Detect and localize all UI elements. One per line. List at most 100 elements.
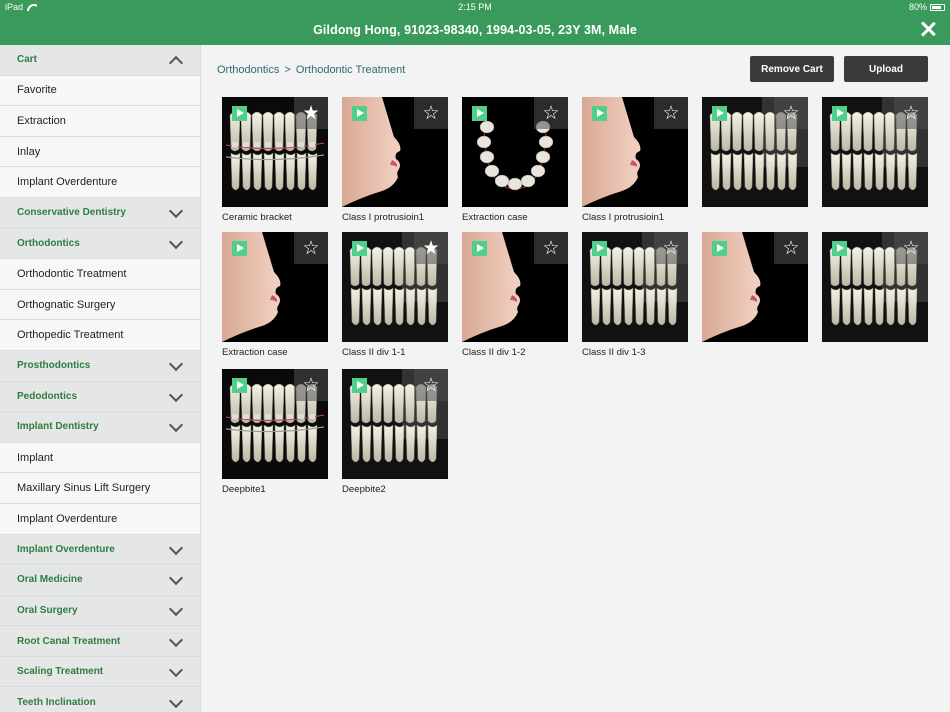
thumbnail-caption: Deepbite1 [222, 484, 266, 495]
thumbnail-image[interactable]: ★ [342, 232, 448, 342]
chevron-down-icon[interactable] [169, 422, 183, 431]
sidebar-category[interactable]: Cart [0, 45, 200, 76]
sidebar-item[interactable]: Maxillary Sinus Lift Surgery [0, 473, 200, 504]
play-icon[interactable] [712, 241, 727, 256]
thumbnail-tile[interactable]: ★ Ceramic bracket [222, 97, 328, 223]
star-outline-icon[interactable]: ☆ [894, 97, 928, 129]
sidebar-category[interactable]: Orthodontics [0, 228, 200, 260]
sidebar-category[interactable]: Oral Medicine [0, 565, 200, 596]
play-icon[interactable] [232, 241, 247, 256]
sidebar-category[interactable]: Root Canal Treatment [0, 626, 200, 657]
play-icon[interactable] [472, 241, 487, 256]
play-icon[interactable] [592, 106, 607, 121]
upload-button[interactable]: Upload [844, 56, 928, 82]
star-outline-icon[interactable]: ☆ [534, 232, 568, 264]
star-outline-icon[interactable]: ☆ [414, 97, 448, 129]
sidebar-category[interactable]: Pedodontics [0, 381, 200, 413]
sidebar-item[interactable]: Extraction [0, 106, 200, 137]
chevron-down-icon[interactable] [169, 392, 183, 401]
play-icon[interactable] [352, 241, 367, 256]
sidebar-category[interactable]: Implant Overdenture [0, 534, 200, 566]
sidebar-category[interactable]: Conservative Dentistry [0, 197, 200, 229]
sidebar-category[interactable]: Prosthodontics [0, 350, 200, 382]
thumbnail-image[interactable]: ☆ [822, 97, 928, 207]
breadcrumb-orthodontics[interactable]: Orthodontics [217, 64, 279, 76]
play-icon[interactable] [592, 241, 607, 256]
sidebar-category[interactable]: Implant Dentistry [0, 412, 200, 443]
chevron-down-icon[interactable] [169, 667, 183, 676]
chevron-down-icon[interactable] [169, 698, 183, 707]
star-outline-icon[interactable]: ☆ [414, 369, 448, 401]
thumbnail-tile[interactable]: ☆ Class I protrusioin1 [582, 97, 688, 223]
sidebar-item-label: Maxillary Sinus Lift Surgery [17, 482, 151, 495]
thumbnail-image[interactable]: ★ [222, 97, 328, 207]
star-outline-icon[interactable]: ☆ [294, 369, 328, 401]
thumbnail-tile[interactable]: ☆ [702, 97, 808, 212]
play-icon[interactable] [352, 106, 367, 121]
chevron-down-icon[interactable] [169, 606, 183, 615]
sidebar-item[interactable]: Favorite [0, 75, 200, 107]
chevron-down-icon[interactable] [169, 575, 183, 584]
thumbnail-image[interactable]: ☆ [222, 232, 328, 342]
thumbnail-image[interactable]: ☆ [702, 232, 808, 342]
thumbnail-tile[interactable]: ☆ Class II div 1-2 [462, 232, 568, 358]
sidebar-item[interactable]: Orthognatic Surgery [0, 289, 200, 321]
play-icon[interactable] [472, 106, 487, 121]
thumbnail-image[interactable]: ☆ [582, 232, 688, 342]
sidebar-item[interactable]: Inlay [0, 136, 200, 168]
thumbnail-tile[interactable]: ☆ [822, 232, 928, 347]
thumbnail-image[interactable]: ☆ [342, 369, 448, 479]
star-outline-icon[interactable]: ☆ [774, 97, 808, 129]
star-outline-icon[interactable]: ☆ [534, 97, 568, 129]
sidebar-item[interactable]: Orthodontic Treatment [0, 259, 200, 290]
breadcrumb-orthodontic-treatment[interactable]: Orthodontic Treatment [296, 64, 405, 76]
sidebar-item-label: Root Canal Treatment [17, 635, 121, 647]
star-outline-icon[interactable]: ☆ [294, 232, 328, 264]
thumbnail-tile[interactable]: ☆ Class II div 1-3 [582, 232, 688, 358]
sidebar-item[interactable]: Orthopedic Treatment [0, 320, 200, 351]
thumbnail-tile[interactable]: ☆ Extraction case [462, 97, 568, 223]
sidebar-item[interactable]: Implant Overdenture [0, 167, 200, 198]
star-outline-icon[interactable]: ☆ [894, 232, 928, 264]
thumbnail-tile[interactable]: ☆ Extraction case [222, 232, 328, 358]
thumbnail-tile[interactable]: ★ Class II div 1-1 [342, 232, 448, 358]
thumbnail-tile[interactable]: ☆ Class I protrusioin1 [342, 97, 448, 223]
star-outline-icon[interactable]: ☆ [654, 232, 688, 264]
play-icon[interactable] [832, 106, 847, 121]
play-icon[interactable] [352, 378, 367, 393]
sidebar-category[interactable]: Teeth Inclination [0, 687, 200, 712]
chevron-up-icon[interactable] [169, 55, 183, 64]
sidebar-category[interactable]: Oral Surgery [0, 595, 200, 627]
thumbnail-tile[interactable]: ☆ Deepbite2 [342, 369, 448, 495]
play-icon[interactable] [712, 106, 727, 121]
close-icon[interactable] [918, 19, 938, 39]
play-icon[interactable] [232, 378, 247, 393]
chevron-down-icon[interactable] [169, 208, 183, 217]
play-icon[interactable] [232, 106, 247, 121]
thumbnail-tile[interactable]: ☆ Deepbite1 [222, 369, 328, 495]
sidebar-category[interactable]: Scaling Treatment [0, 656, 200, 688]
star-filled-icon[interactable]: ★ [294, 97, 328, 129]
thumbnail-image[interactable]: ☆ [342, 97, 448, 207]
sidebar-item[interactable]: Implant Overdenture [0, 503, 200, 535]
star-filled-icon[interactable]: ★ [414, 232, 448, 264]
thumbnail-image[interactable]: ☆ [462, 97, 568, 207]
remove-cart-button[interactable]: Remove Cart [750, 56, 834, 82]
chevron-down-icon[interactable] [169, 361, 183, 370]
chevron-down-icon[interactable] [169, 239, 183, 248]
chevron-down-icon[interactable] [169, 637, 183, 646]
thumbnail-image[interactable]: ☆ [702, 97, 808, 207]
sidebar-item[interactable]: Implant [0, 442, 200, 474]
battery-icon [930, 3, 945, 11]
sidebar-item-label: Favorite [17, 84, 57, 97]
thumbnail-tile[interactable]: ☆ [702, 232, 808, 347]
chevron-down-icon[interactable] [169, 545, 183, 554]
thumbnail-image[interactable]: ☆ [462, 232, 568, 342]
thumbnail-image[interactable]: ☆ [582, 97, 688, 207]
play-icon[interactable] [832, 241, 847, 256]
star-outline-icon[interactable]: ☆ [654, 97, 688, 129]
thumbnail-tile[interactable]: ☆ [822, 97, 928, 212]
star-outline-icon[interactable]: ☆ [774, 232, 808, 264]
thumbnail-image[interactable]: ☆ [822, 232, 928, 342]
thumbnail-image[interactable]: ☆ [222, 369, 328, 479]
